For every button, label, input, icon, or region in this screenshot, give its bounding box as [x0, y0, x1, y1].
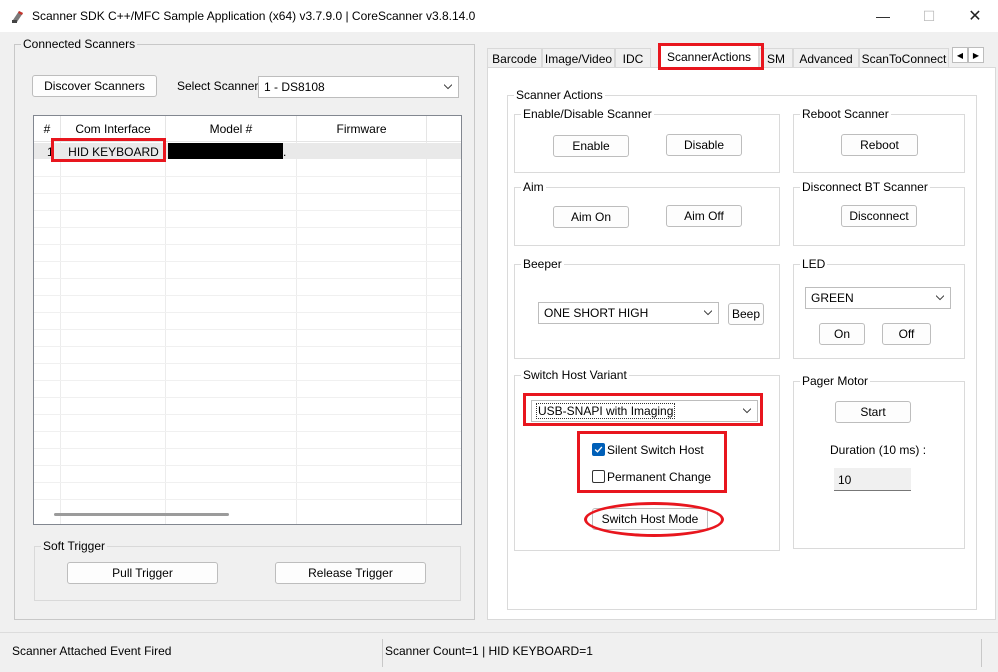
row-divider: [34, 414, 461, 415]
highlight-host-variant: [523, 393, 763, 426]
column-divider: [34, 116, 61, 524]
minimize-button[interactable]: —: [860, 0, 906, 32]
chevron-down-icon: [936, 295, 944, 301]
led-on-button[interactable]: On: [819, 323, 865, 345]
highlight-scanner-actions-tab: [658, 43, 764, 70]
pager-start-button[interactable]: Start: [835, 401, 911, 423]
beep-button[interactable]: Beep: [728, 303, 764, 325]
release-trigger-button[interactable]: Release Trigger: [275, 562, 426, 584]
tab-image-video[interactable]: Image/Video: [542, 48, 615, 68]
aim-off-button[interactable]: Aim Off: [666, 205, 742, 227]
row-divider: [34, 346, 461, 347]
redacted-model: [168, 143, 283, 159]
row-divider: [34, 431, 461, 432]
led-off-button[interactable]: Off: [882, 323, 931, 345]
row-divider: [34, 465, 461, 466]
tab-advanced[interactable]: Advanced: [793, 48, 859, 68]
select-scanner-label: Select Scanner: [177, 79, 259, 93]
app-window: Scanner SDK C++/MFC Sample Application (…: [0, 0, 998, 672]
status-message: Scanner Attached Event Fired: [12, 644, 172, 658]
window-title: Scanner SDK C++/MFC Sample Application (…: [32, 9, 476, 23]
connected-scanners-label: Connected Scanners: [21, 37, 138, 51]
status-divider: [981, 639, 982, 667]
beeper-value: ONE SHORT HIGH: [544, 306, 649, 320]
select-scanner-dropdown[interactable]: 1 - DS8108: [258, 76, 459, 98]
row-divider: [34, 210, 461, 211]
duration-input[interactable]: 10: [834, 468, 911, 491]
column-divider: [297, 116, 427, 524]
tab-scroll-right-icon[interactable]: ▶: [968, 47, 984, 63]
status-counts: Scanner Count=1 | HID KEYBOARD=1: [385, 644, 593, 658]
reboot-label: Reboot Scanner: [800, 107, 891, 121]
tab-idc[interactable]: IDC: [615, 48, 651, 68]
reboot-button[interactable]: Reboot: [841, 134, 918, 156]
discover-scanners-button[interactable]: Discover Scanners: [32, 75, 157, 97]
row-divider: [34, 278, 461, 279]
tab-scan-to-connect[interactable]: ScanToConnect: [859, 48, 949, 68]
maximize-button[interactable]: ☐: [906, 0, 952, 32]
row-divider: [34, 397, 461, 398]
status-bar: Scanner Attached Event Fired Scanner Cou…: [0, 632, 998, 672]
column-header-model[interactable]: Model #: [166, 116, 297, 142]
highlight-checkboxes: [577, 431, 727, 493]
column-divider: [166, 116, 297, 524]
select-scanner-value: 1 - DS8108: [264, 80, 325, 94]
row-divider: [34, 295, 461, 296]
row-divider: [34, 193, 461, 194]
disconnect-button[interactable]: Disconnect: [841, 205, 917, 227]
row-divider: [34, 329, 461, 330]
scanner-list[interactable]: # Com Interface Model # Firmware 1 HID K…: [33, 115, 462, 525]
row-divider: [34, 482, 461, 483]
pager-motor-label: Pager Motor: [800, 374, 871, 388]
beeper-dropdown[interactable]: ONE SHORT HIGH: [538, 302, 719, 324]
row-divider: [34, 227, 461, 228]
title-bar: Scanner SDK C++/MFC Sample Application (…: [0, 0, 998, 32]
soft-trigger-label: Soft Trigger: [41, 539, 108, 553]
row-divider: [34, 363, 461, 364]
enable-disable-label: Enable/Disable Scanner: [521, 107, 654, 121]
aim-on-button[interactable]: Aim On: [553, 206, 629, 228]
row-divider: [34, 499, 461, 500]
enable-button[interactable]: Enable: [553, 135, 629, 157]
pull-trigger-button[interactable]: Pull Trigger: [67, 562, 218, 584]
led-label: LED: [800, 257, 828, 271]
chevron-down-icon: [704, 310, 712, 316]
beeper-label: Beeper: [521, 257, 564, 271]
aim-label: Aim: [521, 180, 546, 194]
row-divider: [34, 261, 461, 262]
led-dropdown[interactable]: GREEN: [805, 287, 951, 309]
column-divider: [61, 116, 166, 524]
row-divider: [34, 380, 461, 381]
highlight-com-interface: [51, 138, 166, 162]
row-divider: [34, 312, 461, 313]
row-divider: [34, 448, 461, 449]
horizontal-scrollbar[interactable]: [54, 513, 229, 516]
disconnect-label: Disconnect BT Scanner: [800, 180, 930, 194]
tab-sm[interactable]: SM: [759, 48, 793, 68]
tab-scroll-left-icon[interactable]: ◀: [952, 47, 968, 63]
duration-label: Duration (10 ms) :: [830, 443, 927, 457]
row-divider: [34, 244, 461, 245]
led-value: GREEN: [811, 291, 854, 305]
status-divider: [382, 639, 383, 667]
switch-host-label: Switch Host Variant: [521, 368, 629, 382]
led-group: LED: [793, 258, 965, 359]
tab-barcode[interactable]: Barcode: [487, 48, 542, 68]
scanner-actions-label: Scanner Actions: [514, 88, 605, 102]
column-header-firmware[interactable]: Firmware: [297, 116, 427, 142]
highlight-switch-host-button: [584, 502, 724, 537]
close-button[interactable]: ✕: [952, 0, 998, 32]
row-divider: [34, 176, 461, 177]
row-model-suffix: .: [283, 145, 287, 159]
app-icon: [12, 11, 23, 23]
chevron-down-icon: [444, 84, 452, 90]
disable-button[interactable]: Disable: [666, 134, 742, 156]
